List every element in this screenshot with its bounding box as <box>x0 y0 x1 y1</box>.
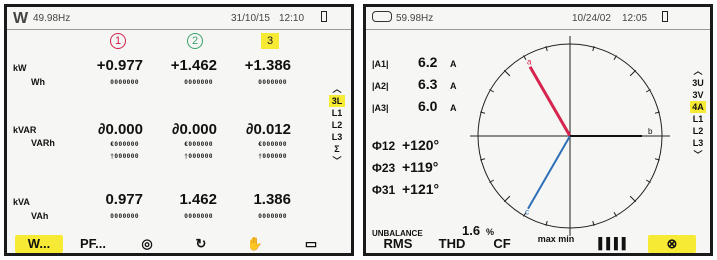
function-bar: RMS THD CF max min ▐▐▐▐ ⊗ <box>366 231 710 253</box>
kvar-phase-2: ∂0.000 <box>172 121 217 138</box>
phasor-a1 <box>528 65 572 137</box>
phase-1-marker: 1 <box>110 33 126 49</box>
kva-phase-2: 1.462 <box>179 191 217 208</box>
phasor-panel: 59.98Hz 10/24/02 12:05 acb |A1| 6.2 A |A… <box>363 4 713 256</box>
power-factor-button[interactable]: PF... <box>69 235 117 253</box>
hand-icon[interactable]: ✋ <box>231 235 279 253</box>
varh2-phase-2: †000000 <box>184 153 213 160</box>
refresh-icon[interactable]: ↻ <box>177 235 225 253</box>
time: 12:10 <box>279 13 305 24</box>
kw-label: kW <box>13 63 27 73</box>
function-bar: W... PF... ◎ ↻ ✋ ▭ <box>7 231 351 253</box>
kw-phase-2: +1.462 <box>170 57 217 74</box>
channel-l1[interactable]: L1 <box>329 107 345 119</box>
wh-label: Wh <box>31 77 45 87</box>
phasor-a1-mark: a <box>527 58 532 67</box>
varh-label: VARh <box>31 138 55 148</box>
status-bar: W 49.98Hz 31/10/15 12:10 <box>7 7 351 29</box>
thd-button[interactable]: THD <box>428 235 476 253</box>
phase-2-marker: 2 <box>187 33 203 49</box>
watt-mode-icon: W <box>13 10 29 27</box>
kw-phase-3: +1.386 <box>244 57 291 74</box>
kva-label: kVA <box>13 197 30 207</box>
kvar-label: kVAR <box>13 125 37 135</box>
wh-phase-3: 0000000 <box>258 79 287 86</box>
varh-phase-1: €000000 <box>110 141 139 148</box>
signal-l3[interactable]: L3 <box>690 137 706 149</box>
current-a3-unit: A <box>450 103 457 113</box>
angle-23-label: Φ23 <box>372 161 396 175</box>
phasor-a3-mark: b <box>648 127 653 136</box>
phasor-a2 <box>527 135 571 210</box>
scroll-up-icon[interactable]: ︿ <box>690 65 706 77</box>
phase-3-marker: 3 <box>261 33 279 49</box>
signal-4a[interactable]: 4A <box>690 101 706 113</box>
signal-3u[interactable]: 3U <box>690 77 706 89</box>
kva-phase-1: 0.977 <box>105 191 143 208</box>
varh2-phase-3: †000000 <box>258 153 287 160</box>
kva-phase-3: 1.386 <box>253 191 291 208</box>
battery-icon <box>321 11 327 22</box>
angle-12-value: +120° <box>402 137 440 153</box>
kvar-phase-1: ∂0.000 <box>98 121 143 138</box>
varh-phase-2: €000000 <box>184 141 213 148</box>
rms-button[interactable]: RMS <box>374 235 422 253</box>
wh-phase-2: 0000000 <box>184 79 213 86</box>
angle-23-value: +119° <box>402 159 439 175</box>
current-a2-label: |A2| <box>372 81 389 91</box>
current-a3-label: |A3| <box>372 103 389 113</box>
channel-l2[interactable]: L2 <box>329 119 345 131</box>
vah-label: VAh <box>31 211 49 221</box>
signal-l2[interactable]: L2 <box>690 125 706 137</box>
channel-3l[interactable]: 3L <box>329 95 345 107</box>
channel-l3[interactable]: L3 <box>329 131 345 143</box>
current-a2-value: 6.3 <box>418 76 438 92</box>
power-panel: W 49.98Hz 31/10/15 12:10 1 2 3 kW Wh +0.… <box>4 4 354 256</box>
current-a1-label: |A1| <box>372 59 389 69</box>
bargraph-icon[interactable]: ▐▐▐▐ <box>586 235 634 253</box>
current-a1-value: 6.2 <box>418 54 438 70</box>
watt-button[interactable]: W... <box>15 235 63 253</box>
scroll-down-icon[interactable]: ﹀ <box>329 155 345 167</box>
vah-phase-1: 0000000 <box>110 213 139 220</box>
eye-icon[interactable]: ◎ <box>123 235 171 253</box>
channel-menu[interactable]: ︿ 3L L1 L2 L3 Σ ﹀ <box>329 83 345 167</box>
current-a2-unit: A <box>450 81 457 91</box>
cf-button[interactable]: CF <box>482 235 522 253</box>
display-icon[interactable]: ▭ <box>287 235 335 253</box>
max-min-button[interactable]: max min <box>532 235 580 253</box>
scroll-up-icon[interactable]: ︿ <box>329 83 345 95</box>
phasor-diagram: a c b <box>470 36 670 236</box>
phasor-icon[interactable]: ⊗ <box>648 235 696 253</box>
scroll-down-icon[interactable]: ﹀ <box>690 149 706 161</box>
phasor-a2-mark: c <box>525 208 529 217</box>
frequency: 49.98Hz <box>33 13 71 24</box>
kw-phase-1: +0.977 <box>96 57 143 74</box>
phasor-vectors: a c b <box>525 58 653 217</box>
varh-phase-3: €000000 <box>258 141 287 148</box>
date: 31/10/15 <box>231 13 270 24</box>
angle-12-label: Φ12 <box>372 139 396 153</box>
signal-3v[interactable]: 3V <box>690 89 706 101</box>
wh-phase-1: 0000000 <box>110 79 139 86</box>
signal-menu[interactable]: ︿ 3U 3V 4A L1 L2 L3 ﹀ <box>690 65 706 161</box>
current-a3-value: 6.0 <box>418 98 438 114</box>
angle-31-value: +121° <box>402 181 440 197</box>
current-a1-unit: A <box>450 59 457 69</box>
vah-phase-2: 0000000 <box>184 213 213 220</box>
varh2-phase-1: †000000 <box>110 153 139 160</box>
signal-l1[interactable]: L1 <box>690 113 706 125</box>
angle-31-label: Φ31 <box>372 183 396 197</box>
kvar-phase-3: ∂0.012 <box>246 121 291 138</box>
vah-phase-3: 0000000 <box>258 213 287 220</box>
channel-sum[interactable]: Σ <box>329 143 345 155</box>
